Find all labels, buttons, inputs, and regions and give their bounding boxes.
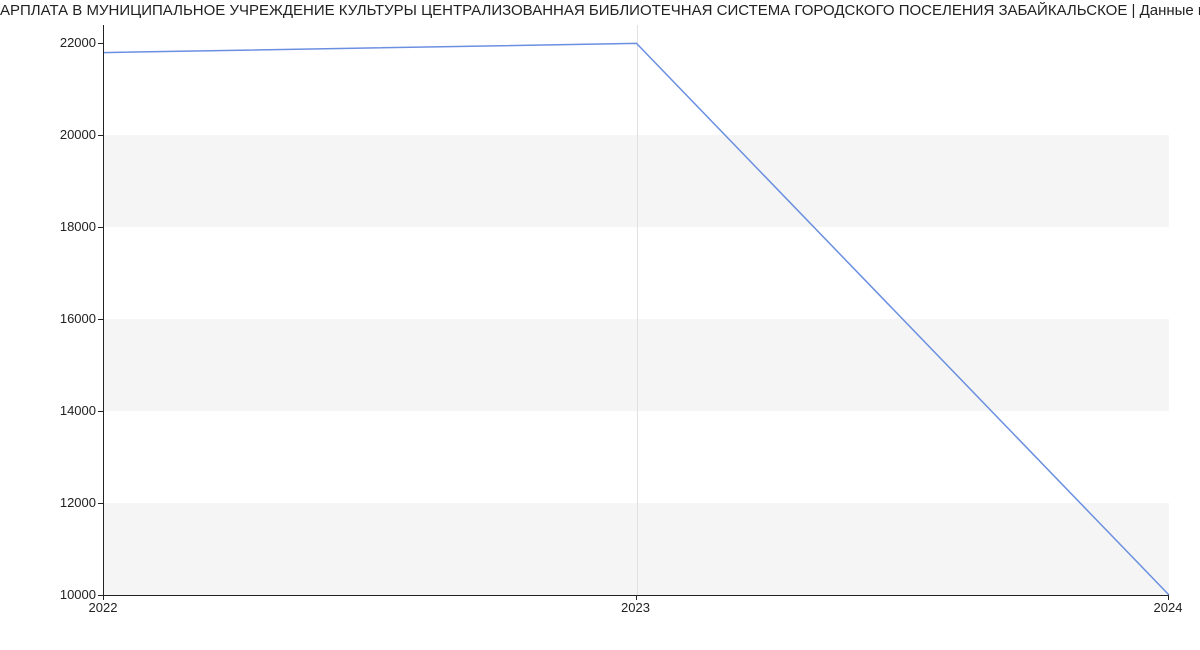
y-tick-label: 20000 — [6, 127, 96, 142]
x-tick-mark — [103, 595, 104, 600]
y-tick-mark — [98, 411, 103, 412]
y-tick-mark — [98, 135, 103, 136]
y-tick-label: 18000 — [6, 219, 96, 234]
y-tick-mark — [98, 227, 103, 228]
x-tick-mark — [1168, 595, 1169, 600]
x-tick-mark — [636, 595, 637, 600]
chart-title: АРПЛАТА В МУНИЦИПАЛЬНОЕ УЧРЕЖДЕНИЕ КУЛЬТ… — [0, 2, 1200, 19]
y-tick-label: 22000 — [6, 35, 96, 50]
line-series — [104, 25, 1169, 595]
y-tick-mark — [98, 503, 103, 504]
y-tick-label: 16000 — [6, 311, 96, 326]
y-tick-label: 10000 — [6, 587, 96, 602]
x-tick-label: 2024 — [1154, 600, 1183, 615]
y-tick-label: 12000 — [6, 495, 96, 510]
y-tick-label: 14000 — [6, 403, 96, 418]
y-tick-mark — [98, 43, 103, 44]
y-tick-mark — [98, 319, 103, 320]
chart-container: АРПЛАТА В МУНИЦИПАЛЬНОЕ УЧРЕЖДЕНИЕ КУЛЬТ… — [0, 0, 1200, 650]
x-tick-label: 2023 — [621, 600, 650, 615]
x-tick-label: 2022 — [89, 600, 118, 615]
plot-area — [103, 25, 1169, 596]
